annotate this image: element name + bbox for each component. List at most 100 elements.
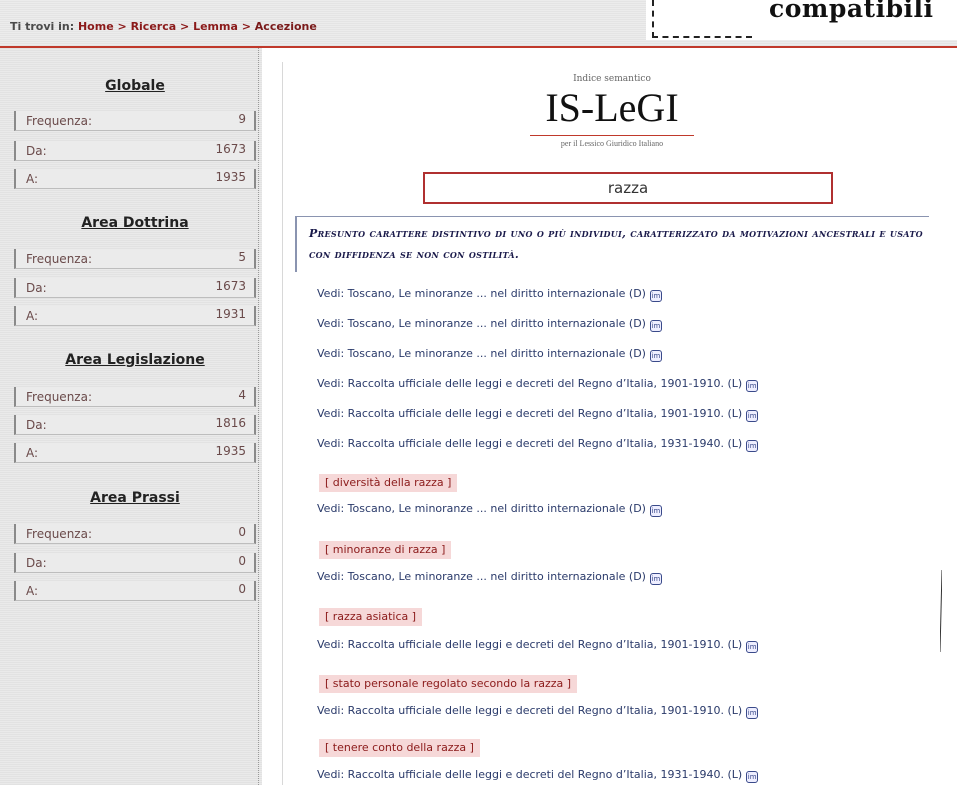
- section-title-prassi: Area Prassi: [90, 490, 180, 506]
- stat-row-frequenza: Frequenza: 4: [14, 387, 256, 407]
- stat-value: 0: [238, 525, 246, 539]
- subsense-tag[interactable]: [ razza asiatica ]: [319, 608, 423, 626]
- banner-dashed-border: [652, 0, 752, 38]
- stat-label: Da:: [26, 418, 47, 432]
- breadcrumb-separator: >: [180, 20, 190, 33]
- image-icon[interactable]: im: [649, 573, 662, 585]
- stat-value: 1935: [215, 170, 246, 184]
- reference-link[interactable]: Vedi: Raccolta ufficiale delle leggi e d…: [317, 407, 759, 425]
- reference-link[interactable]: Vedi: Raccolta ufficiale delle leggi e d…: [317, 638, 759, 656]
- breadcrumb-separator: >: [241, 20, 251, 33]
- reference-text: Vedi: Raccolta ufficiale delle leggi e d…: [317, 638, 743, 651]
- image-icon[interactable]: im: [746, 707, 759, 719]
- subsense-tag[interactable]: [ stato personale regolato secondo la ra…: [319, 675, 578, 693]
- stat-value: 9: [238, 112, 246, 126]
- reference-text: Vedi: Toscano, Le minoranze ... nel diri…: [317, 287, 646, 300]
- stat-label: Da:: [26, 281, 47, 295]
- logo-subtitle: Indice semantico: [573, 74, 651, 84]
- reference-text: Vedi: Toscano, Le minoranze ... nel diri…: [317, 347, 646, 360]
- stat-value: 4: [238, 388, 246, 402]
- image-icon[interactable]: im: [649, 290, 662, 302]
- breadcrumb-home-link[interactable]: Home: [78, 20, 114, 33]
- breadcrumb: Ti trovi in: Home > Ricerca > Lemma > Ac…: [10, 20, 317, 33]
- reference-link[interactable]: Vedi: Raccolta ufficiale delle leggi e d…: [317, 768, 759, 785]
- stat-value: 0: [238, 554, 246, 568]
- stat-label: Da:: [26, 556, 47, 570]
- stat-value: 1931: [215, 307, 246, 321]
- subsense-tag[interactable]: [ tenere conto della razza ]: [319, 739, 480, 757]
- sidebar-divider: [258, 48, 260, 785]
- breadcrumb-prefix: Ti trovi in:: [10, 20, 75, 33]
- section-title-legislazione: Area Legislazione: [65, 352, 205, 368]
- stat-row-frequenza: Frequenza: 0: [14, 524, 256, 544]
- stat-value: 1673: [215, 142, 246, 156]
- image-icon[interactable]: im: [649, 320, 662, 332]
- reference-link[interactable]: Vedi: Raccolta ufficiale delle leggi e d…: [317, 437, 759, 455]
- image-icon[interactable]: im: [649, 505, 662, 517]
- stat-row-frequenza: Frequenza: 9: [14, 111, 256, 131]
- reference-text: Vedi: Raccolta ufficiale delle leggi e d…: [317, 437, 743, 450]
- stat-label: Frequenza:: [26, 527, 92, 541]
- lemma-title: razza: [423, 172, 833, 204]
- stat-value: 1935: [215, 444, 246, 458]
- image-icon[interactable]: im: [746, 440, 759, 452]
- reference-link[interactable]: Vedi: Raccolta ufficiale delle leggi e d…: [317, 704, 759, 722]
- reference-text: Vedi: Raccolta ufficiale delle leggi e d…: [317, 407, 743, 420]
- stat-value: 1673: [215, 279, 246, 293]
- stat-label: Da:: [26, 144, 47, 158]
- breadcrumb-current: Accezione: [254, 20, 317, 33]
- image-icon[interactable]: im: [746, 641, 759, 653]
- breadcrumb-lemma-link[interactable]: Lemma: [193, 20, 238, 33]
- stat-row-da: Da: 0: [14, 553, 256, 573]
- reference-text: Vedi: Toscano, Le minoranze ... nel diri…: [317, 317, 646, 330]
- stat-label: A:: [26, 172, 39, 186]
- reference-text: Vedi: Raccolta ufficiale delle leggi e d…: [317, 377, 743, 390]
- image-icon[interactable]: im: [746, 380, 759, 392]
- subsense-tag[interactable]: [ minoranze di razza ]: [319, 541, 452, 559]
- reference-link[interactable]: Vedi: Toscano, Le minoranze ... nel diri…: [317, 502, 662, 520]
- stat-row-da: Da: 1673: [14, 278, 256, 298]
- image-icon[interactable]: im: [746, 410, 759, 422]
- reference-text: Vedi: Raccolta ufficiale delle leggi e d…: [317, 768, 743, 781]
- stat-label: Frequenza:: [26, 114, 92, 128]
- decorative-line: [940, 570, 942, 652]
- stat-label: A:: [26, 309, 39, 323]
- stat-value: 1816: [215, 416, 246, 430]
- reference-text: Vedi: Toscano, Le minoranze ... nel diri…: [317, 502, 646, 515]
- stat-row-da: Da: 1816: [14, 415, 256, 435]
- reference-link[interactable]: Vedi: Toscano, Le minoranze ... nel diri…: [317, 287, 662, 305]
- reference-link[interactable]: Vedi: Toscano, Le minoranze ... nel diri…: [317, 570, 662, 588]
- main-content: Indice semantico IS-LeGI per il Lessico …: [282, 62, 940, 785]
- stat-row-a: A: 1931: [14, 306, 256, 326]
- definition-text: Presunto carattere distintivo di uno o p…: [295, 216, 929, 272]
- logo-underline: [530, 135, 694, 136]
- banner-text: compatibili: [769, 0, 934, 23]
- stat-label: Frequenza:: [26, 390, 92, 404]
- breadcrumb-ricerca-link[interactable]: Ricerca: [131, 20, 177, 33]
- reference-link[interactable]: Vedi: Toscano, Le minoranze ... nel diri…: [317, 347, 662, 365]
- section-title-dottrina: Area Dottrina: [81, 215, 189, 231]
- stat-value: 5: [238, 250, 246, 264]
- reference-text: Vedi: Raccolta ufficiale delle leggi e d…: [317, 704, 743, 717]
- subsense-tag[interactable]: [ diversità della razza ]: [319, 474, 458, 492]
- reference-link[interactable]: Vedi: Toscano, Le minoranze ... nel diri…: [317, 317, 662, 335]
- stat-row-a: A: 0: [14, 581, 256, 601]
- reference-link[interactable]: Vedi: Raccolta ufficiale delle leggi e d…: [317, 377, 759, 395]
- image-icon[interactable]: im: [649, 350, 662, 362]
- stat-row-a: A: 1935: [14, 169, 256, 189]
- stat-row-a: A: 1935: [14, 443, 256, 463]
- top-header: Ti trovi in: Home > Ricerca > Lemma > Ac…: [0, 0, 957, 48]
- stat-value: 0: [238, 582, 246, 596]
- stat-row-frequenza: Frequenza: 5: [14, 249, 256, 269]
- logo-tagline: per il Lessico Giuridico Italiano: [560, 139, 664, 148]
- section-title-globale: Globale: [105, 78, 165, 94]
- stat-row-da: Da: 1673: [14, 141, 256, 161]
- stat-label: A:: [26, 446, 39, 460]
- breadcrumb-separator: >: [117, 20, 127, 33]
- site-logo: IS-LeGI: [545, 85, 679, 130]
- reference-text: Vedi: Toscano, Le minoranze ... nel diri…: [317, 570, 646, 583]
- banner-ad[interactable]: compatibili: [646, 0, 957, 40]
- stat-label: A:: [26, 584, 39, 598]
- image-icon[interactable]: im: [746, 771, 759, 783]
- stat-label: Frequenza:: [26, 252, 92, 266]
